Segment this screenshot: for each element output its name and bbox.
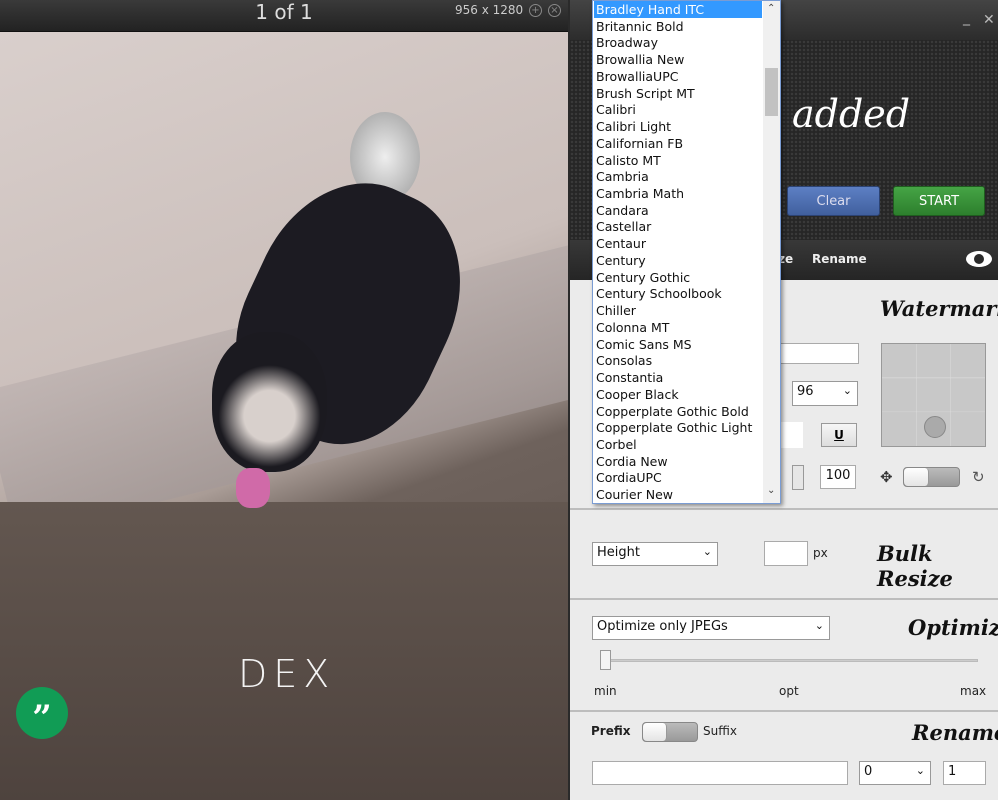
padding-value: 0 xyxy=(864,764,873,779)
font-option[interactable]: Century Schoolbook xyxy=(594,285,762,302)
font-option[interactable]: Copperplate Gothic Light xyxy=(594,419,762,436)
optimize-mode-select[interactable]: Optimize only JPEGs ⌄ xyxy=(592,616,830,640)
scroll-up-icon[interactable]: ⌃ xyxy=(767,3,775,14)
chevron-down-icon: ⌄ xyxy=(814,619,824,632)
font-option[interactable]: Broadway xyxy=(594,34,762,51)
dog-tongue xyxy=(236,468,270,508)
prefix-label: Prefix xyxy=(591,724,631,738)
chevron-down-icon: ⌄ xyxy=(842,384,852,397)
font-option[interactable]: Bradley Hand ITC xyxy=(594,1,762,18)
font-option[interactable]: Constantia xyxy=(594,369,762,386)
clear-button[interactable]: Clear xyxy=(787,186,880,216)
watermark-text-input[interactable] xyxy=(780,343,859,364)
font-option[interactable]: Brush Script MT xyxy=(594,85,762,102)
font-dropdown-list[interactable]: Bradley Hand ITC Britannic Bold Broadway Br… xyxy=(592,0,781,504)
image-dimensions: 956 x 1280 xyxy=(455,3,524,17)
divider xyxy=(570,508,998,510)
bulk-resize-title: Bulk Resize xyxy=(877,541,953,591)
padding-select[interactable]: 0 ⌄ xyxy=(859,761,931,785)
opt-label: opt xyxy=(779,684,799,698)
watermark-title: Watermark xyxy=(880,296,998,321)
font-size-value: 96 xyxy=(797,384,814,399)
underline-button[interactable]: U xyxy=(821,423,857,447)
resize-value-input[interactable] xyxy=(764,541,808,566)
divider xyxy=(570,710,998,712)
start-button[interactable]: START xyxy=(893,186,985,216)
font-option[interactable]: Century Gothic xyxy=(594,269,762,286)
px-label: px xyxy=(813,546,828,560)
font-option[interactable]: Browallia New xyxy=(594,51,762,68)
photo-ground xyxy=(0,502,568,800)
color-swatch[interactable] xyxy=(780,422,803,448)
font-option[interactable]: Copperplate Gothic Bold xyxy=(594,403,762,420)
dropdown-scrollbar[interactable]: ⌃ ⌄ xyxy=(763,1,780,503)
font-option[interactable]: Britannic Bold xyxy=(594,18,762,35)
minimize-button[interactable]: _ xyxy=(963,10,970,26)
zoom-in-icon[interactable]: + xyxy=(529,4,542,17)
font-option[interactable]: Californian FB xyxy=(594,135,762,152)
suffix-label: Suffix xyxy=(703,724,737,738)
rotate-icon[interactable]: ↻ xyxy=(972,468,985,486)
font-option[interactable]: BrowalliaUPC xyxy=(594,68,762,85)
rename-text-input[interactable] xyxy=(592,761,848,785)
font-option[interactable]: Cambria Math xyxy=(594,185,762,202)
font-option[interactable]: Comic Sans MS xyxy=(594,336,762,353)
font-option[interactable]: Chiller xyxy=(594,302,762,319)
font-option[interactable]: Cooper Black xyxy=(594,386,762,403)
font-option[interactable]: Castellar xyxy=(594,218,762,235)
watermark-mode-toggle[interactable] xyxy=(903,467,960,487)
scrollbar-thumb[interactable] xyxy=(765,68,778,116)
font-option[interactable]: Calibri Light xyxy=(594,118,762,135)
max-label: max xyxy=(960,684,987,698)
font-option[interactable]: CordiaUPC xyxy=(594,469,762,486)
optimize-mode-value: Optimize only JPEGs xyxy=(597,619,728,634)
nav-rename[interactable]: Rename xyxy=(812,252,867,266)
scroll-down-icon[interactable]: ⌄ xyxy=(767,485,775,496)
font-option[interactable]: Calisto MT xyxy=(594,152,762,169)
hangouts-quote-icon[interactable]: ” xyxy=(16,687,68,739)
chevron-down-icon: ⌄ xyxy=(702,545,712,558)
dog-photo: DEX xyxy=(0,32,568,800)
font-option[interactable]: Courier New xyxy=(594,486,762,503)
chevron-down-icon: ⌄ xyxy=(915,764,925,777)
position-grid[interactable] xyxy=(881,343,986,447)
divider xyxy=(570,598,998,600)
position-marker[interactable] xyxy=(924,416,946,438)
font-option[interactable]: Colonna MT xyxy=(594,319,762,336)
dog-head xyxy=(212,332,327,472)
min-label: min xyxy=(594,684,617,698)
font-option[interactable]: Cordia New xyxy=(594,453,762,470)
close-icon[interactable]: × xyxy=(548,4,561,17)
viewer-toolbar: 1 of 1 956 x 1280 + × xyxy=(0,0,568,32)
opacity-slider-thumb[interactable] xyxy=(792,465,804,490)
prefix-suffix-toggle[interactable] xyxy=(642,722,698,742)
dimension-value: Height xyxy=(597,545,640,560)
photo-caption: DEX xyxy=(238,652,336,696)
font-option[interactable]: Centaur xyxy=(594,235,762,252)
opacity-input[interactable]: 100 xyxy=(820,465,856,489)
start-number-input[interactable]: 1 xyxy=(943,761,986,785)
font-option[interactable]: Candara xyxy=(594,202,762,219)
close-button[interactable]: ✕ xyxy=(983,12,995,28)
eye-icon[interactable] xyxy=(966,251,992,267)
font-option[interactable]: Cambria xyxy=(594,168,762,185)
font-option[interactable]: Consolas xyxy=(594,352,762,369)
font-size-select[interactable]: 96 ⌄ xyxy=(792,381,858,406)
font-option[interactable]: Century xyxy=(594,252,762,269)
optimize-slider-thumb[interactable] xyxy=(600,650,611,670)
optimize-title: Optimize xyxy=(908,615,998,640)
hero-title: added xyxy=(792,92,911,136)
move-icon[interactable]: ✥ xyxy=(880,468,893,486)
optimize-slider-track[interactable] xyxy=(600,659,978,662)
resize-dimension-select[interactable]: Height ⌄ xyxy=(592,542,718,566)
font-option[interactable]: Calibri xyxy=(594,101,762,118)
font-option[interactable]: Corbel xyxy=(594,436,762,453)
rename-title: Rename xyxy=(912,720,998,745)
